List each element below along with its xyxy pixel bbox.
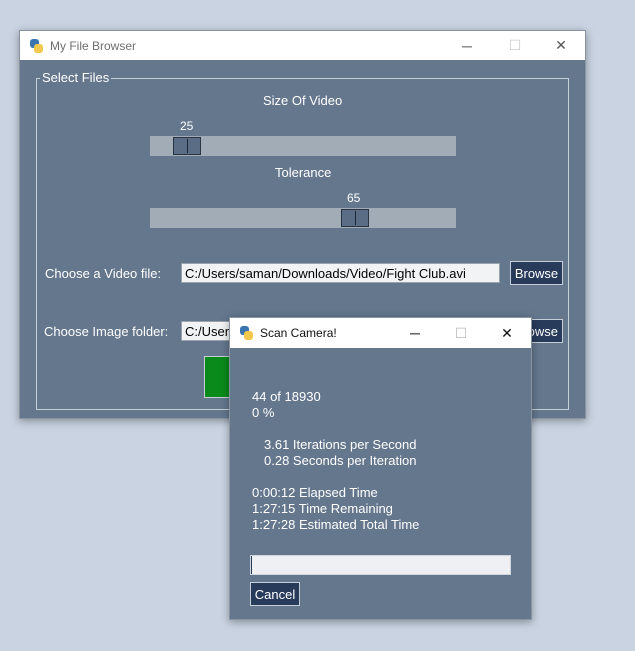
seconds-per-iteration-text: 0.28 Seconds per Iteration bbox=[264, 453, 417, 468]
size-slider-value: 25 bbox=[180, 119, 194, 133]
dialog-title-bar: Scan Camera! ─ ☐ ✕ bbox=[230, 318, 531, 348]
python-icon bbox=[238, 325, 254, 341]
count-text: 44 of 18930 bbox=[252, 389, 321, 404]
estimated-total-time-text: 1:27:28 Estimated Total Time bbox=[252, 517, 420, 532]
window-title: My File Browser bbox=[50, 38, 137, 53]
video-file-label: Choose a Video file: bbox=[45, 266, 162, 281]
tolerance-slider[interactable] bbox=[150, 208, 456, 228]
image-folder-label: Choose Image folder: bbox=[44, 324, 169, 339]
progress-bar bbox=[250, 555, 511, 575]
main-title-bar: My File Browser ─ ☐ ✕ bbox=[20, 31, 585, 60]
dialog-title: Scan Camera! bbox=[260, 326, 337, 340]
cancel-button[interactable]: Cancel bbox=[250, 582, 300, 606]
dialog-minimize-button[interactable]: ─ bbox=[392, 318, 438, 348]
progress-fill bbox=[251, 556, 252, 574]
dialog-close-button[interactable]: ✕ bbox=[484, 318, 530, 348]
scan-camera-dialog: Scan Camera! ─ ☐ ✕ 44 of 18930 0 % 3.61 … bbox=[229, 317, 532, 620]
size-slider-label: Size Of Video bbox=[263, 93, 343, 108]
video-browse-button[interactable]: Browse bbox=[510, 261, 563, 285]
video-file-field[interactable]: C:/Users/saman/Downloads/Video/Fight Clu… bbox=[181, 263, 500, 283]
dialog-maximize-button[interactable]: ☐ bbox=[438, 318, 484, 348]
maximize-button[interactable]: ☐ bbox=[492, 31, 538, 60]
close-button[interactable]: ✕ bbox=[538, 31, 584, 60]
time-remaining-text: 1:27:15 Time Remaining bbox=[252, 501, 393, 516]
tolerance-slider-handle[interactable] bbox=[341, 209, 369, 227]
minimize-button[interactable]: ─ bbox=[444, 31, 490, 60]
elapsed-time-text: 0:00:12 Elapsed Time bbox=[252, 485, 378, 500]
iterations-per-second-text: 3.61 Iterations per Second bbox=[264, 437, 417, 452]
frame-label: Select Files bbox=[40, 70, 112, 85]
percent-text: 0 % bbox=[252, 405, 275, 420]
size-slider-handle[interactable] bbox=[173, 137, 201, 155]
python-icon bbox=[28, 38, 44, 54]
tolerance-slider-value: 65 bbox=[347, 191, 361, 205]
tolerance-slider-label: Tolerance bbox=[275, 165, 332, 180]
